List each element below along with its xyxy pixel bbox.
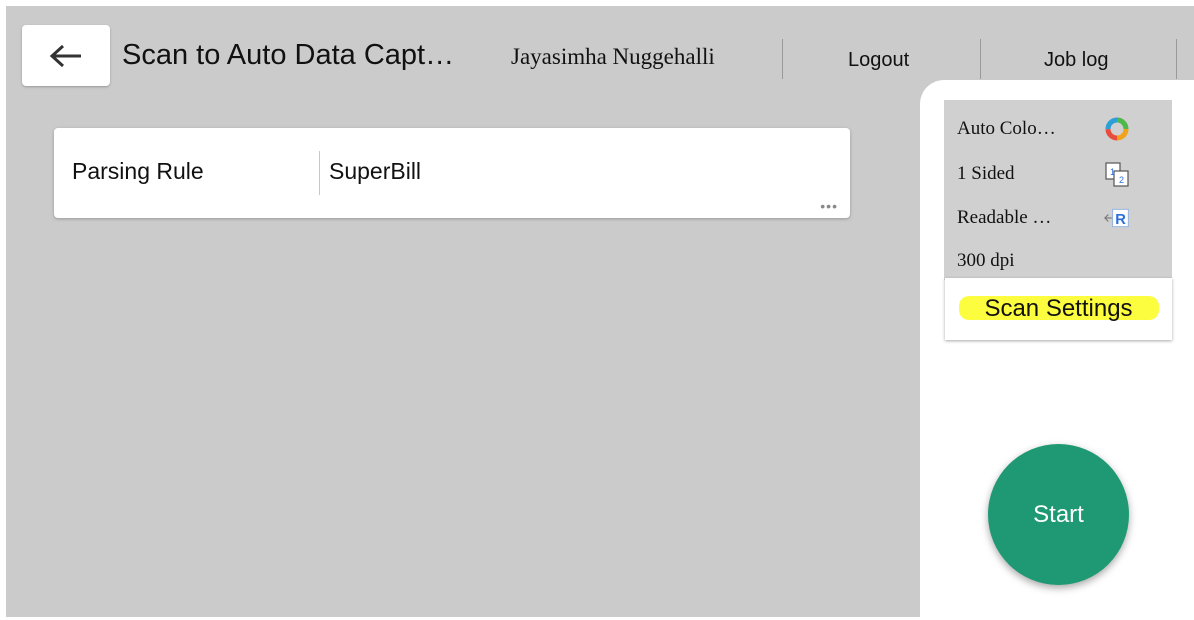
setting-row-sides: 1 Sided 1 2 <box>957 161 1167 187</box>
arrow-left-icon <box>49 44 81 67</box>
logout-button[interactable]: Logout <box>848 49 909 72</box>
job-log-button[interactable]: Job log <box>1044 49 1109 72</box>
header-divider <box>782 39 783 79</box>
back-button[interactable] <box>22 25 110 86</box>
setting-row-resolution: 300 dpi <box>957 248 1167 274</box>
scan-settings-button[interactable]: Scan Settings <box>945 278 1172 340</box>
one-sided-icon: 1 2 <box>1105 162 1129 187</box>
setting-row-color: Auto Colo… <box>957 116 1167 142</box>
field-divider <box>319 151 320 195</box>
scan-settings-label: Scan Settings <box>984 295 1133 322</box>
parsing-rule-label: Parsing Rule <box>72 158 204 184</box>
sides-label: 1 Sided <box>957 163 1015 184</box>
orientation-icon: R <box>1104 208 1129 228</box>
scan-settings-summary[interactable]: Auto Colo… 1 Sided 1 2 Readable … R 300 … <box>944 100 1172 280</box>
resolution-label: 300 dpi <box>957 250 1015 271</box>
color-mode-label: Auto Colo… <box>957 118 1056 139</box>
color-mode-icon <box>1105 117 1129 141</box>
svg-text:R: R <box>1115 212 1126 228</box>
setting-row-orientation: Readable … R <box>957 205 1167 231</box>
header-divider <box>1176 39 1177 79</box>
more-options-icon[interactable]: ••• <box>820 198 838 214</box>
start-button[interactable]: Start <box>988 444 1129 585</box>
parsing-rule-card: Parsing Rule SuperBill ••• <box>54 128 850 218</box>
page-title: Scan to Auto Data Capt… <box>122 39 455 71</box>
header-divider <box>980 39 981 79</box>
svg-text:1: 1 <box>1110 167 1115 177</box>
user-name: Jayasimha Nuggehalli <box>511 44 715 69</box>
parsing-rule-value[interactable]: SuperBill <box>329 158 421 185</box>
start-label: Start <box>1033 500 1084 528</box>
svg-text:2: 2 <box>1119 175 1124 185</box>
orientation-label: Readable … <box>957 207 1052 228</box>
